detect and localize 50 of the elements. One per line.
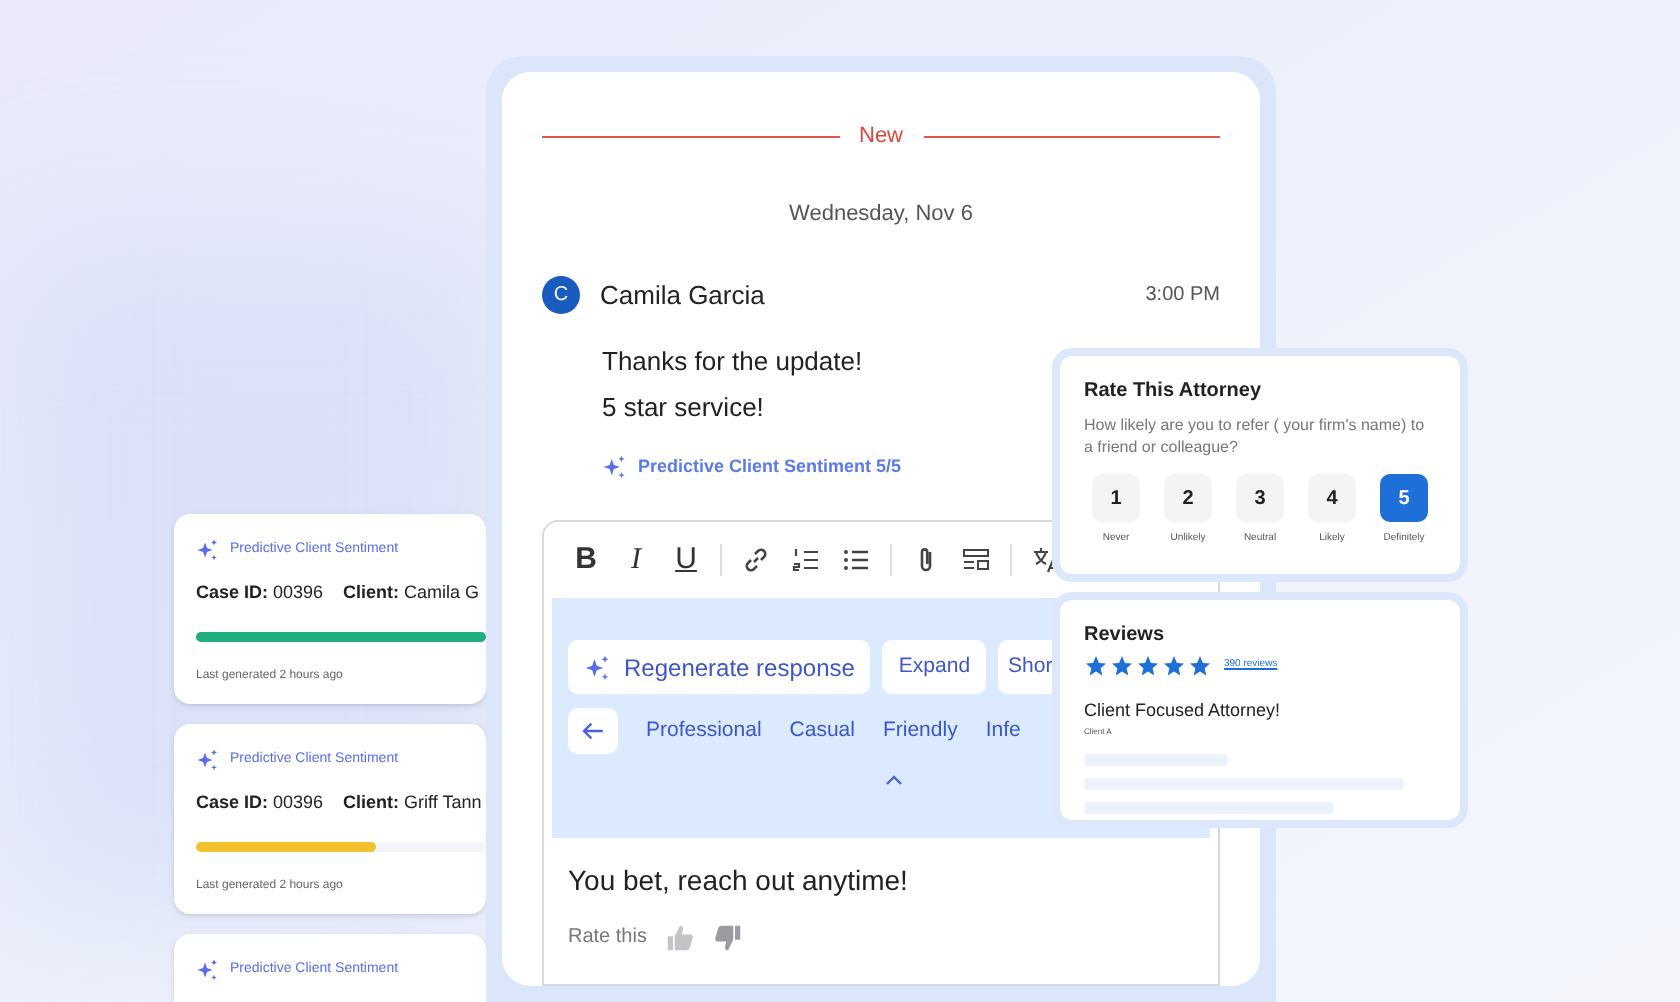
template-icon[interactable] <box>960 544 992 576</box>
avatar: C <box>542 276 580 315</box>
format-button[interactable]: I <box>620 537 652 583</box>
tone-option[interactable]: Friendly <box>882 715 958 747</box>
sparkle-icon <box>196 958 220 982</box>
sparkle-icon <box>602 453 628 480</box>
rating-option[interactable]: 4 <box>1308 474 1356 522</box>
review-title: Client Focused Attorney! <box>1084 698 1283 724</box>
star-icon <box>1084 654 1108 678</box>
star-icon <box>1136 654 1160 678</box>
star-icon <box>1162 654 1186 678</box>
suggestion-button[interactable]: Shor <box>998 640 1055 694</box>
tone-option[interactable]: Infe <box>985 715 1021 747</box>
case-id-text: Case ID: 00396 <box>196 790 324 816</box>
rating-option[interactable]: 3 <box>1236 474 1284 522</box>
case-id-text: Case ID: 00396 <box>196 580 324 606</box>
sender-name: Camila Garcia <box>600 278 765 314</box>
format-button[interactable]: U <box>670 537 702 583</box>
card-title: Rate This Attorney <box>1084 378 1264 406</box>
message-text: 5 star service! <box>602 389 764 423</box>
format-button[interactable]: B <box>570 537 602 583</box>
bulleted-list-icon[interactable] <box>840 544 872 576</box>
tone-option[interactable]: Professional <box>646 715 762 747</box>
client-text: Client: Griff Tann <box>343 790 482 816</box>
numbered-list-icon[interactable] <box>790 544 822 576</box>
date-label: Wednesday, Nov 6 <box>787 199 975 229</box>
message-time: 3:00 PM <box>1145 282 1220 311</box>
sentiment-score: Predictive Client Sentiment 5/5 <box>638 453 902 479</box>
message-text: Thanks for the update! <box>602 343 863 377</box>
card-title: Reviews <box>1084 622 1167 650</box>
collapse-caret-icon[interactable] <box>884 774 904 786</box>
rating-option[interactable]: 2 <box>1164 474 1212 522</box>
rate-label: Rate this <box>568 924 647 952</box>
thumbs-up-icon[interactable] <box>666 923 695 951</box>
sparkle-icon <box>584 653 612 681</box>
thumbs-down-icon[interactable] <box>714 923 743 951</box>
rating-option[interactable]: 5 <box>1380 474 1428 522</box>
sparkle-icon <box>196 538 220 562</box>
tone-option[interactable]: Casual <box>789 715 855 747</box>
new-divider-label: New <box>859 122 904 152</box>
suggestion-button[interactable]: Regenerate response <box>568 640 871 694</box>
sparkle-icon <box>196 748 220 772</box>
star-icon <box>1110 654 1134 678</box>
suggestion-button[interactable]: Expand <box>882 640 987 694</box>
rating-question: How likely are you to refer ( your firm's name) to a friend or colleague? <box>1084 414 1427 458</box>
client-text: Client: Camila G <box>343 580 480 606</box>
reply-text: You bet, reach out anytime! <box>566 862 910 900</box>
rating-option[interactable]: 1 <box>1092 474 1140 522</box>
link-icon[interactable] <box>740 544 772 576</box>
star-icon <box>1188 654 1212 678</box>
